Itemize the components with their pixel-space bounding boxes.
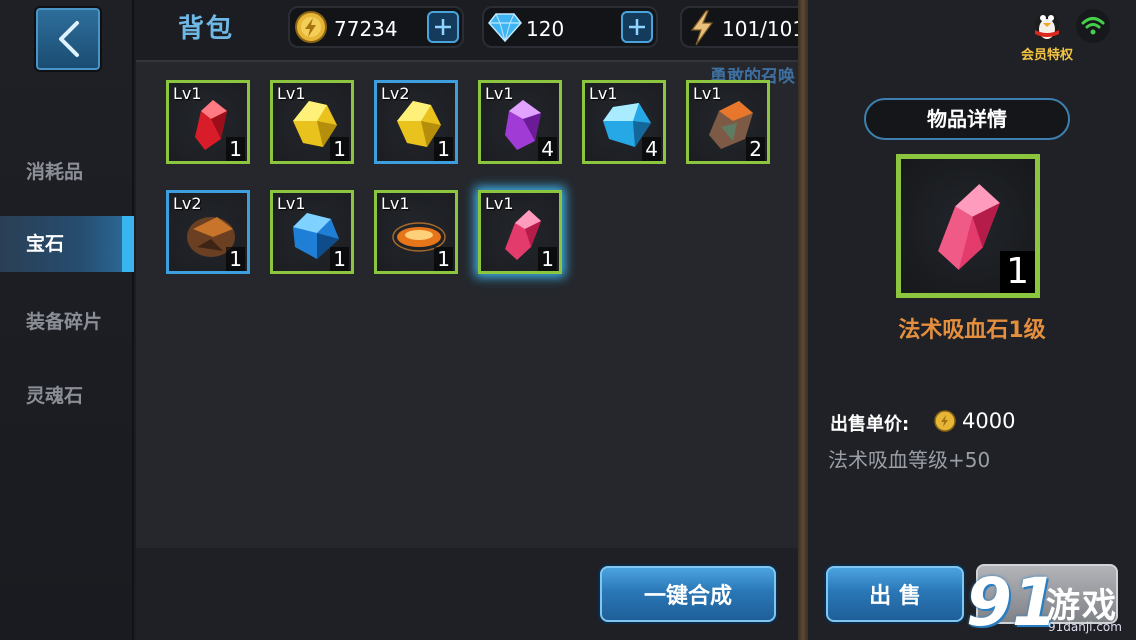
top-bar: 背包 77234 120 101/101 xyxy=(134,0,858,56)
gem-level: Lv1 xyxy=(173,84,202,103)
gem-level: Lv1 xyxy=(485,194,514,213)
gem-count: 1 xyxy=(434,137,453,161)
diamond-icon xyxy=(488,13,522,42)
gold-value: 77234 xyxy=(334,17,398,41)
gem-slot[interactable]: Lv2 1 xyxy=(374,80,458,164)
gem-count: 1 xyxy=(538,247,557,271)
back-arrow-icon xyxy=(59,21,79,57)
gem-slot[interactable]: Lv1 2 xyxy=(686,80,770,164)
gem-slot[interactable]: Lv1 4 xyxy=(478,80,562,164)
page-title: 背包 xyxy=(178,14,235,44)
lightning-icon xyxy=(690,10,714,46)
gem-slot[interactable]: Lv1 1 xyxy=(270,80,354,164)
watermark-site: 91danji.com xyxy=(1048,620,1122,634)
add-gold-button[interactable] xyxy=(427,11,459,43)
item-effect: 法术吸血等级+50 xyxy=(828,448,991,472)
energy-value: 101/101 xyxy=(722,17,806,41)
vip-label: 会员特权 xyxy=(1020,48,1073,63)
gem-count: 1 xyxy=(330,137,349,161)
back-button[interactable] xyxy=(34,6,102,72)
gem-count: 1 xyxy=(226,247,245,271)
plus-icon xyxy=(435,19,451,35)
panel-divider xyxy=(798,0,808,640)
gem-level: Lv1 xyxy=(589,84,618,103)
plus-icon xyxy=(629,19,645,35)
gem-count: 2 xyxy=(746,137,765,161)
gem-level: Lv2 xyxy=(381,84,410,103)
gem-level: Lv1 xyxy=(277,84,306,103)
gem-level: Lv1 xyxy=(693,84,722,103)
item-detail-panel: 物品详情 1 法术吸血石1级 出售单价: 4000 法术吸血等级+50 xyxy=(808,0,1136,640)
sidebar-item-consumables[interactable]: 消耗品 xyxy=(0,144,134,200)
sidebar-item-equipment-fragments[interactable]: 装备碎片 xyxy=(0,294,134,350)
gem-level: Lv1 xyxy=(277,194,306,213)
merge-all-button[interactable]: 一键合成 xyxy=(600,566,776,622)
category-sidebar: 消耗品 宝石 装备碎片 灵魂石 xyxy=(0,0,134,640)
gold-coin-icon xyxy=(934,410,956,432)
sidebar-item-gems[interactable]: 宝石 xyxy=(0,216,134,272)
gem-level: Lv1 xyxy=(485,84,514,103)
gem-slot[interactable]: Lv1 1 xyxy=(478,190,562,274)
vip-privileges[interactable]: 会员特权 xyxy=(1014,4,1080,64)
selected-item-preview: 1 xyxy=(896,154,1040,298)
site-watermark: 91 游戏 91danji.com xyxy=(962,564,1132,640)
gold-counter: 77234 xyxy=(288,6,464,48)
sell-button[interactable]: 出 售 xyxy=(826,566,964,622)
gem-slot[interactable]: Lv1 1 xyxy=(166,80,250,164)
gem-count: 1 xyxy=(226,137,245,161)
wifi-icon xyxy=(1076,9,1110,43)
gold-coin-icon xyxy=(295,11,327,43)
gem-slot[interactable]: Lv1 4 xyxy=(582,80,666,164)
gem-level: Lv2 xyxy=(173,194,202,213)
price-label: 出售单价: xyxy=(830,414,910,435)
gem-count: 4 xyxy=(642,137,661,161)
gem-slot[interactable]: Lv1 1 xyxy=(374,190,458,274)
gem-count: 4 xyxy=(538,137,557,161)
sidebar-item-soul-stones[interactable]: 灵魂石 xyxy=(0,368,134,424)
add-diamond-button[interactable] xyxy=(621,11,653,43)
penguin-mascot-icon xyxy=(1035,11,1059,41)
diamond-value: 120 xyxy=(526,17,565,41)
gem-level: Lv1 xyxy=(381,194,410,213)
gem-count: 1 xyxy=(434,247,453,271)
gem-count: 1 xyxy=(330,247,349,271)
price-value: 4000 xyxy=(962,409,1016,433)
gem-slot[interactable]: Lv1 1 xyxy=(270,190,354,274)
gem-slot[interactable]: Lv2 1 xyxy=(166,190,250,274)
diamond-counter: 120 xyxy=(482,6,658,48)
item-name: 法术吸血石1级 xyxy=(898,318,1046,343)
watermark-brand: 91 xyxy=(966,564,1058,640)
detail-title: 物品详情 xyxy=(864,98,1070,140)
selected-item-count: 1 xyxy=(1000,251,1035,293)
